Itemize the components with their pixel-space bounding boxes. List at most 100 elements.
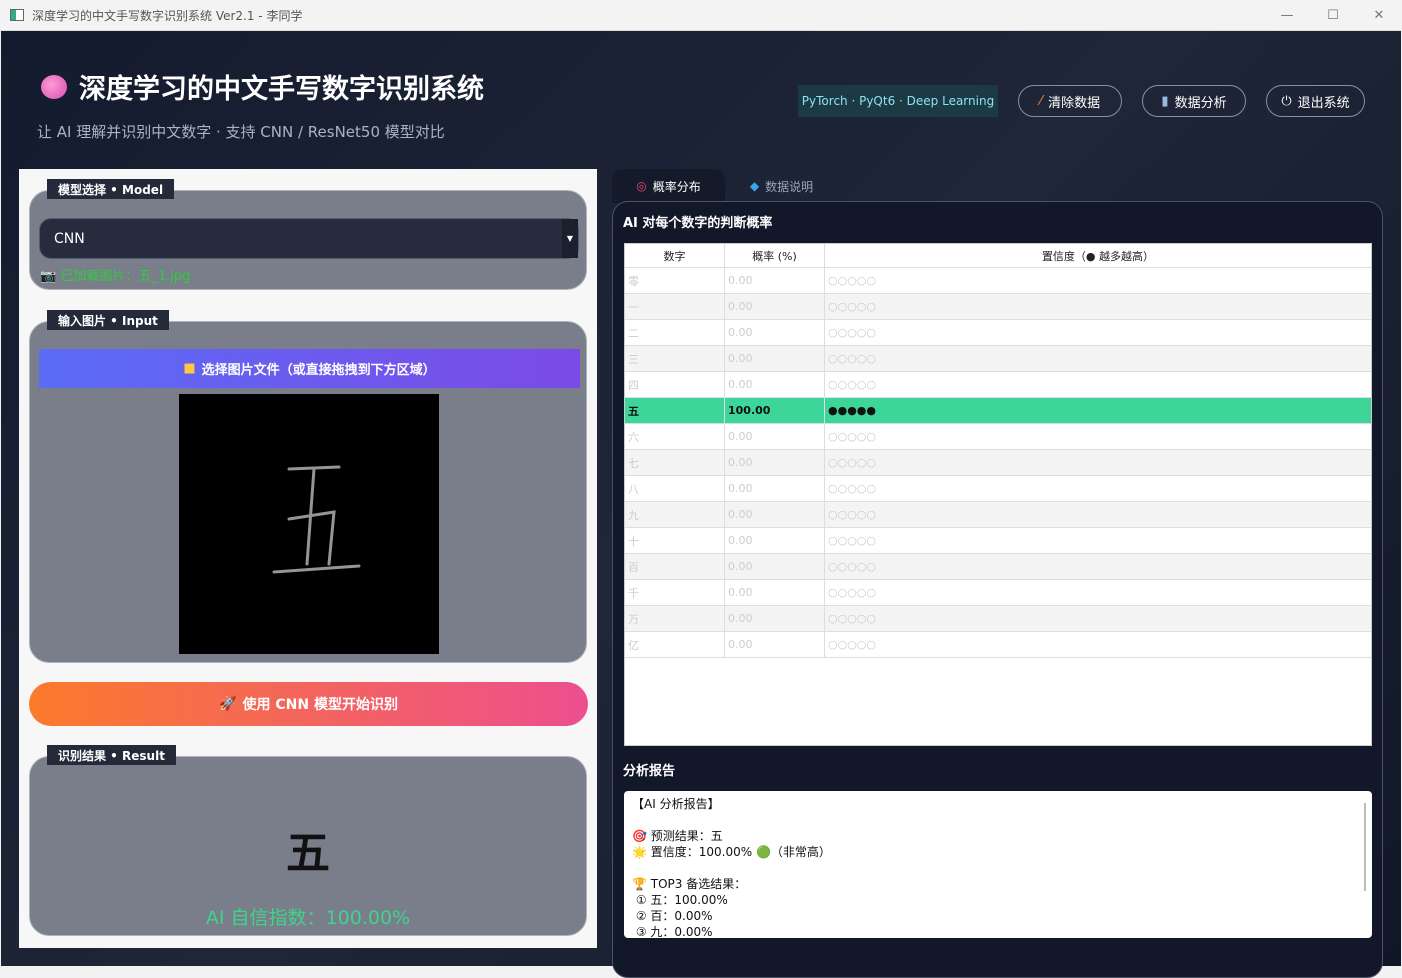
brain-icon [41, 74, 67, 99]
cell-digit: 一 [625, 294, 725, 319]
cell-digit: 零 [625, 268, 725, 293]
cell-prob: 0.00 [725, 554, 825, 579]
cell-digit: 四 [625, 372, 725, 397]
table-row[interactable]: 三 0.00 ○○○○○ [625, 346, 1371, 372]
tab-bar: ◎ 概率分布 ◆ 数据说明 [612, 169, 838, 203]
scrollbar[interactable] [1364, 803, 1366, 891]
start-recognition-label: 使用 CNN 模型开始识别 [242, 697, 398, 713]
header-prob[interactable]: 概率 (%) [725, 244, 825, 267]
page-title: 深度学习的中文手写数字识别系统 [41, 67, 484, 106]
cell-digit: 十 [625, 528, 725, 553]
cell-digit: 亿 [625, 632, 725, 657]
table-row[interactable]: 百 0.00 ○○○○○ [625, 554, 1371, 580]
result-group: 五 AI 自信指数：100.00% [29, 756, 587, 936]
table-row[interactable]: 二 0.00 ○○○○○ [625, 320, 1371, 346]
cell-prob: 0.00 [725, 268, 825, 293]
gem-icon: ◆ [749, 179, 760, 193]
cell-prob: 0.00 [725, 424, 825, 449]
table-header: 数字 概率 (%) 置信度（● 越多越高） [625, 244, 1371, 268]
cell-digit: 九 [625, 502, 725, 527]
report-text: 【AI 分析报告】 🎯 预测结果：五 🌟 置信度：100.00% 🟢（非常高） … [632, 797, 831, 938]
tab-data-info[interactable]: ◆ 数据说明 [725, 169, 838, 203]
app-icon [10, 9, 24, 21]
cell-dots: ○○○○○ [828, 274, 876, 287]
table-row[interactable]: 千 0.00 ○○○○○ [625, 580, 1371, 606]
cell-digit: 八 [625, 476, 725, 501]
probability-title: AI 对每个数字的判断概率 [623, 216, 773, 231]
cell-digit: 百 [625, 554, 725, 579]
table-row[interactable]: 万 0.00 ○○○○○ [625, 606, 1371, 632]
clear-data-button[interactable]: ⁄ 清除数据 [1018, 85, 1122, 117]
table-row[interactable]: 四 0.00 ○○○○○ [625, 372, 1371, 398]
main-window: 深度学习的中文手写数字识别系统 让 AI 理解并识别中文数字 · 支持 CNN … [1, 31, 1401, 978]
start-recognition-button[interactable]: 🚀 使用 CNN 模型开始识别 [29, 682, 588, 726]
model-value: CNN [54, 230, 85, 247]
table-row[interactable]: 亿 0.00 ○○○○○ [625, 632, 1371, 658]
close-button[interactable]: ✕ [1356, 0, 1402, 31]
cell-prob: 100.00 [725, 398, 825, 423]
confidence-text: AI 自信指数：100.00% [205, 907, 411, 929]
cell-prob: 0.00 [725, 502, 825, 527]
cell-digit: 五 [625, 398, 725, 423]
model-select[interactable]: CNN ▼ [39, 218, 579, 259]
tech-tag: PyTorch · PyQt6 · Deep Learning [798, 85, 998, 117]
clear-label: 清除数据 [1048, 95, 1101, 111]
cell-digit: 三 [625, 346, 725, 371]
probability-table[interactable]: 数字 概率 (%) 置信度（● 越多越高） 零 0.00 ○○○○○ 一 0.00 ○○○… [624, 243, 1372, 746]
title-bar: 深度学习的中文手写数字识别系统 Ver2.1 - 李同学 — ☐ ✕ [0, 0, 1402, 31]
table-row[interactable]: 八 0.00 ○○○○○ [625, 476, 1371, 502]
cell-digit: 六 [625, 424, 725, 449]
input-group: ■ 选择图片文件（或直接拖拽到下方区域） [29, 321, 587, 663]
cell-dots: ○○○○○ [828, 638, 876, 651]
model-group-label: 模型选择 • Model [47, 179, 175, 199]
maximize-button[interactable]: ☐ [1310, 0, 1356, 31]
result-group-label: 识别结果 • Result [47, 745, 176, 765]
data-analysis-button[interactable]: ▮ 数据分析 [1142, 85, 1246, 117]
table-row[interactable]: 零 0.00 ○○○○○ [625, 268, 1371, 294]
table-row[interactable]: 十 0.00 ○○○○○ [625, 528, 1371, 554]
subtitle: 让 AI 理解并识别中文数字 · 支持 CNN / ResNet50 模型对比 [37, 123, 445, 141]
table-row[interactable]: 一 0.00 ○○○○○ [625, 294, 1371, 320]
cell-prob: 0.00 [725, 450, 825, 475]
header-confidence[interactable]: 置信度（● 越多越高） [825, 244, 1371, 267]
chart-icon: ▮ [1161, 93, 1169, 109]
loaded-text: 已加载图片：五_1.jpg [60, 269, 191, 284]
cell-dots: ○○○○○ [828, 326, 876, 339]
camera-icon: 📷 [40, 269, 57, 284]
cell-dots: ○○○○○ [828, 508, 876, 521]
exit-button[interactable]: ⏻ 退出系统 [1266, 85, 1365, 117]
cell-dots: ○○○○○ [828, 586, 876, 599]
cell-dots: ○○○○○ [828, 352, 876, 365]
analysis-label: 数据分析 [1174, 95, 1227, 111]
cell-prob: 0.00 [725, 528, 825, 553]
choose-image-button[interactable]: ■ 选择图片文件（或直接拖拽到下方区域） [39, 349, 580, 388]
tab-probability[interactable]: ◎ 概率分布 [612, 169, 725, 203]
cell-dots: ○○○○○ [828, 430, 876, 443]
report-title: 分析报告 [623, 764, 676, 779]
minimize-button[interactable]: — [1264, 0, 1310, 31]
table-row[interactable]: 九 0.00 ○○○○○ [625, 502, 1371, 528]
table-row[interactable]: 五 100.00 ●●●●● [625, 398, 1371, 424]
cell-digit: 七 [625, 450, 725, 475]
cell-digit: 二 [625, 320, 725, 345]
cell-dots: ○○○○○ [828, 612, 876, 625]
table-row[interactable]: 七 0.00 ○○○○○ [625, 450, 1371, 476]
cell-dots: ○○○○○ [828, 378, 876, 391]
result-character: 五 [286, 828, 330, 879]
cell-prob: 0.00 [725, 372, 825, 397]
cell-prob: 0.00 [725, 632, 825, 657]
cell-prob: 0.00 [725, 606, 825, 631]
rocket-icon: 🚀 [219, 696, 237, 712]
power-icon: ⏻ [1281, 93, 1292, 109]
cell-dots: ○○○○○ [828, 456, 876, 469]
input-group-label: 输入图片 • Input [47, 310, 169, 330]
page-title-text: 深度学习的中文手写数字识别系统 [79, 74, 484, 105]
cell-prob: 0.00 [725, 346, 825, 371]
cell-prob: 0.00 [725, 580, 825, 605]
chevron-down-icon[interactable]: ▼ [562, 219, 578, 258]
target-icon: ◎ [636, 179, 647, 193]
header-digit[interactable]: 数字 [625, 244, 725, 267]
table-row[interactable]: 六 0.00 ○○○○○ [625, 424, 1371, 450]
report-text-area[interactable]: 【AI 分析报告】 🎯 预测结果：五 🌟 置信度：100.00% 🟢（非常高） … [624, 791, 1372, 938]
image-drop-area[interactable] [179, 394, 439, 654]
